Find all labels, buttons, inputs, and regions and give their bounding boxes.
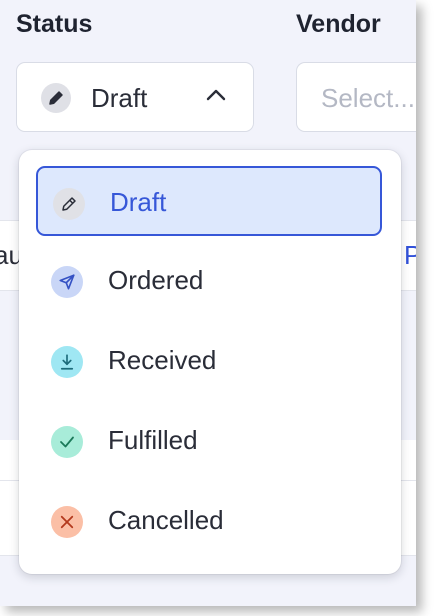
download-icon [51, 346, 83, 378]
status-option-label: Received [108, 345, 217, 375]
status-select[interactable]: Draft [16, 62, 254, 132]
vendor-select-placeholder: Select... [321, 83, 415, 113]
pencil-icon [41, 83, 71, 113]
background-column-header-link[interactable]: P [404, 240, 416, 271]
status-dropdown-menu: Draft Ordered Received Fulfilled Cancell… [19, 150, 401, 574]
status-option-draft[interactable]: Draft [36, 166, 382, 236]
filter-panel: Status Vendor Draft Select... au P Draft… [0, 0, 416, 606]
status-label: Status [16, 10, 93, 38]
status-option-label: Draft [110, 187, 167, 217]
send-icon [51, 266, 83, 298]
vendor-label: Vendor [296, 10, 381, 38]
chevron-up-icon [205, 88, 227, 107]
status-option-label: Cancelled [108, 505, 224, 535]
pencil-icon [53, 188, 85, 220]
status-option-fulfilled[interactable]: Fulfilled [36, 406, 382, 476]
status-select-value: Draft [91, 83, 148, 113]
status-option-ordered[interactable]: Ordered [36, 246, 382, 316]
status-option-label: Fulfilled [108, 425, 198, 455]
vendor-select[interactable]: Select... [296, 62, 416, 132]
status-option-cancelled[interactable]: Cancelled [36, 486, 382, 556]
check-icon [51, 426, 83, 458]
x-icon [51, 506, 83, 538]
status-option-received[interactable]: Received [36, 326, 382, 396]
status-option-label: Ordered [108, 265, 204, 295]
